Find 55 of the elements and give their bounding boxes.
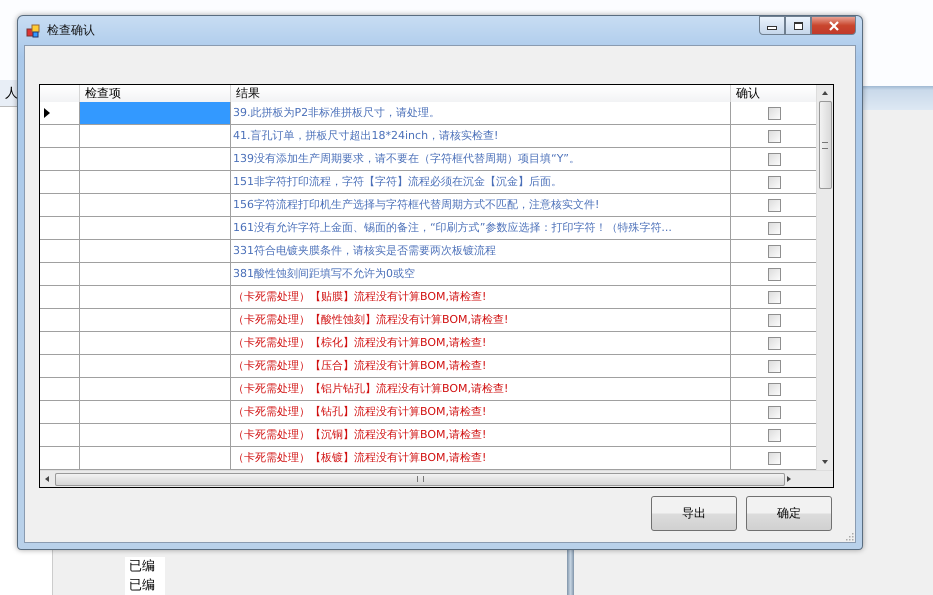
checkbox[interactable] [768, 106, 781, 120]
table-cell: （卡死需处理）【酸性蚀刻】流程没有计算BOM,请检查! [231, 309, 731, 331]
table-cell: （卡死需处理）【钻孔】流程没有计算BOM,请检查! [231, 401, 731, 423]
table-cell-text: 已编 [128, 558, 156, 576]
table-cell: 161没有允许字符上金面、锡面的备注，“印刷方式”参数应选择：打印字符！（特殊字符... [231, 217, 731, 239]
minimize-button[interactable] [759, 16, 785, 35]
restore-button[interactable] [785, 16, 811, 35]
table-cell: 381酸性蚀刻间距填写不允许为0或空 [231, 263, 731, 285]
scroll-right-icon[interactable] [785, 475, 793, 483]
column-header[interactable]: 结果 [231, 85, 731, 102]
checkbox[interactable] [768, 198, 781, 212]
table-cell: 41.盲孔订单，拼板尺寸超出18*24inch，请核实检查! [231, 125, 731, 147]
table-cell: （卡死需处理）【铝片钻孔】流程没有计算BOM,请检查! [231, 378, 731, 400]
checkbox[interactable] [768, 382, 781, 396]
button[interactable]: 导出 [651, 496, 737, 531]
table-cell: 139没有添加生产周期要求，请不要在（字符框代替周期）项目填“Y”。 [231, 148, 731, 170]
horizontal-scrollbar[interactable] [40, 470, 833, 487]
checkbox[interactable] [768, 290, 781, 304]
table-cell-text: 已编 [128, 577, 156, 595]
table-cell: （卡死需处理）【板镀】流程没有计算BOM,请检查! [231, 447, 731, 469]
checkbox[interactable] [768, 176, 781, 188]
checkbox[interactable] [768, 222, 781, 234]
checkbox[interactable] [768, 406, 781, 418]
table-cell[interactable] [80, 102, 231, 124]
checkbox[interactable] [768, 268, 781, 280]
table-cell: 156字符流程打印机生产选择与字符框代替周期方式不匹配，注意核实文件! [231, 194, 731, 216]
app-icon [26, 24, 40, 38]
table-cell: 39.此拼板为P2非标准拼板尺寸，请处理。 [231, 102, 731, 124]
checkbox[interactable] [768, 452, 781, 464]
table-cell: （卡死需处理）【棕化】流程没有计算BOM,请检查! [231, 332, 731, 354]
resize-grip-icon[interactable] [845, 532, 854, 541]
checkbox[interactable] [768, 314, 781, 326]
vertical-scrollbar[interactable] [816, 85, 833, 470]
table-cell: 331符合电镀夹膜条件，请核实是否需要两次板镀流程 [231, 240, 731, 262]
table-cell: （卡死需处理）【压合】流程没有计算BOM,请检查! [231, 355, 731, 377]
scroll-up-icon[interactable] [821, 89, 829, 97]
checkbox[interactable] [768, 360, 781, 372]
table-cell: 151非字符打印流程，字符【字符】流程必须在沉金【沉金】后面。 [231, 171, 731, 193]
close-button[interactable] [811, 16, 856, 35]
scroll-thumb[interactable] [818, 101, 832, 189]
table-cell: （卡死需处理）【沉铜】流程没有计算BOM,请检查! [231, 424, 731, 446]
table-cell: （卡死需处理）【贴膜】流程没有计算BOM,请检查! [231, 286, 731, 308]
checkbox[interactable] [768, 428, 781, 442]
checkbox[interactable] [768, 336, 781, 350]
current-row-icon [44, 108, 50, 118]
scroll-thumb[interactable] [55, 472, 785, 486]
close-icon[interactable] [828, 20, 838, 30]
checkbox[interactable] [768, 130, 781, 142]
scroll-left-icon[interactable] [43, 475, 51, 483]
column-header[interactable]: 确认 [731, 85, 816, 102]
checkbox[interactable] [768, 152, 781, 166]
window-title: 检查确认 [47, 22, 95, 39]
scroll-down-icon[interactable] [821, 458, 829, 466]
checkbox[interactable] [768, 244, 781, 258]
button[interactable]: 确定 [746, 496, 832, 531]
